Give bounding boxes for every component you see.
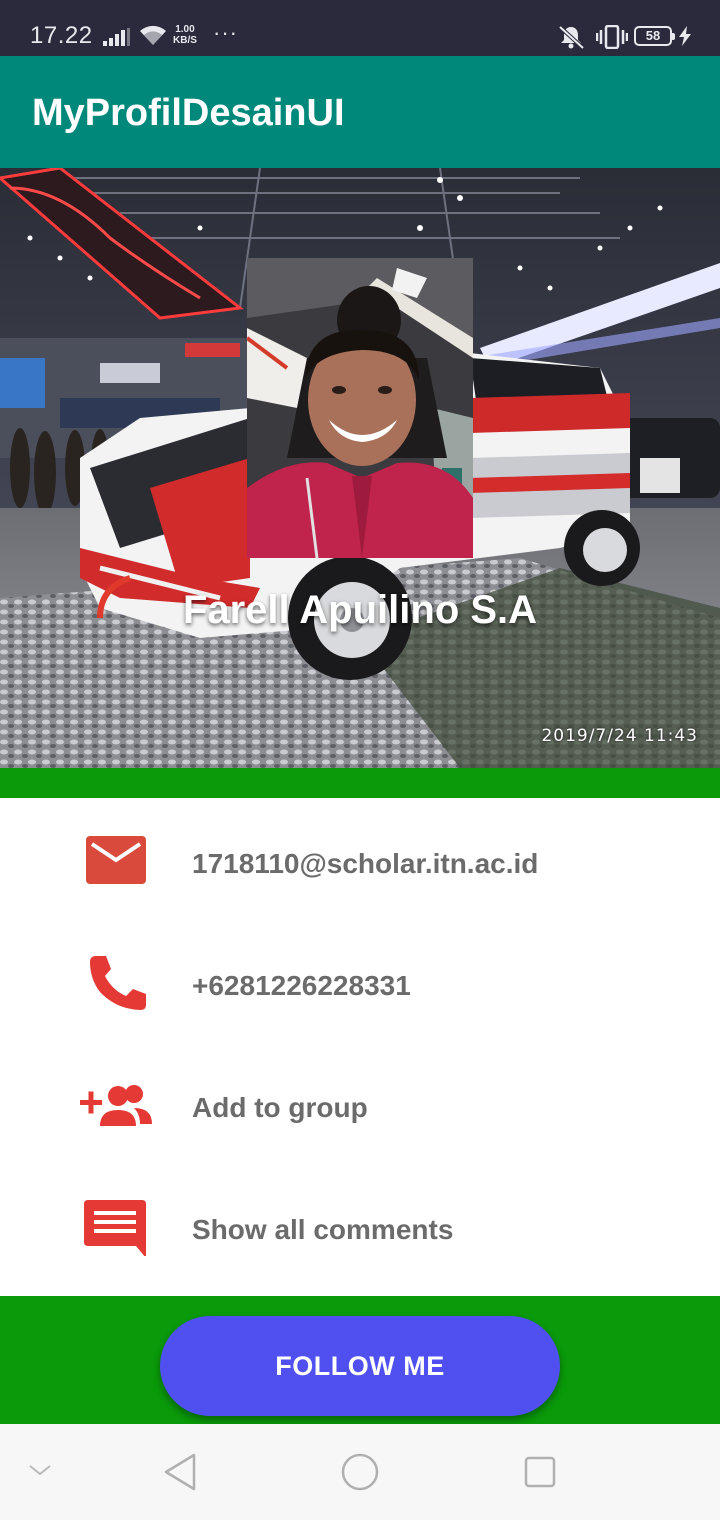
add-to-group-text: Add to group (192, 1092, 368, 1123)
charging-icon (679, 26, 691, 46)
status-bar: 17.22 1.00 KB/S ··· 58 (0, 0, 720, 56)
email-text: 1718110@scholar.itn.ac.id (192, 848, 539, 879)
home-icon[interactable] (340, 1452, 380, 1492)
battery-indicator: 58 (634, 26, 675, 46)
mute-icon (558, 25, 585, 49)
wifi-icon (140, 25, 166, 45)
contact-list: 1718110@scholar.itn.ac.id +6281226228331… (0, 798, 720, 1296)
status-time: 17.22 (30, 22, 93, 49)
email-icon (86, 836, 146, 884)
contact-row-email[interactable]: 1718110@scholar.itn.ac.id (0, 798, 720, 920)
recent-apps-icon[interactable] (522, 1454, 558, 1490)
profile-name: Farell Apuilino S.A (182, 588, 538, 632)
hide-nav-icon[interactable] (28, 1462, 52, 1478)
profile-header: Farell Apuilino S.A 2019/7/24 11:43 (0, 168, 720, 768)
network-speed: 1.00 KB/S (173, 24, 197, 46)
comment-icon (84, 1200, 146, 1256)
network-speed-unit: KB/S (173, 35, 197, 46)
back-icon[interactable] (162, 1452, 198, 1492)
phone-text: +6281226228331 (192, 970, 411, 1001)
phone-icon (90, 956, 146, 1010)
more-notifications-icon: ··· (213, 20, 238, 45)
follow-me-button[interactable]: FOLLOW ME (160, 1316, 560, 1416)
green-divider (0, 768, 720, 798)
network-speed-value: 1.00 (175, 24, 195, 35)
app-title: MyProfilDesainUI (32, 92, 345, 134)
photo-timestamp: 2019/7/24 11:43 (541, 726, 698, 746)
signal-icon (103, 28, 130, 46)
contact-row-phone[interactable]: +6281226228331 (0, 920, 720, 1042)
contact-row-show-comments[interactable]: Show all comments (0, 1164, 720, 1286)
navigation-bar (0, 1424, 720, 1520)
vibrate-icon (596, 25, 628, 49)
follow-section: FOLLOW ME (0, 1296, 720, 1424)
contact-row-add-to-group[interactable]: Add to group (0, 1042, 720, 1164)
app-bar: MyProfilDesainUI (0, 56, 720, 168)
show-comments-text: Show all comments (192, 1214, 454, 1245)
group-add-icon (80, 1085, 152, 1126)
profile-photo (247, 258, 473, 558)
